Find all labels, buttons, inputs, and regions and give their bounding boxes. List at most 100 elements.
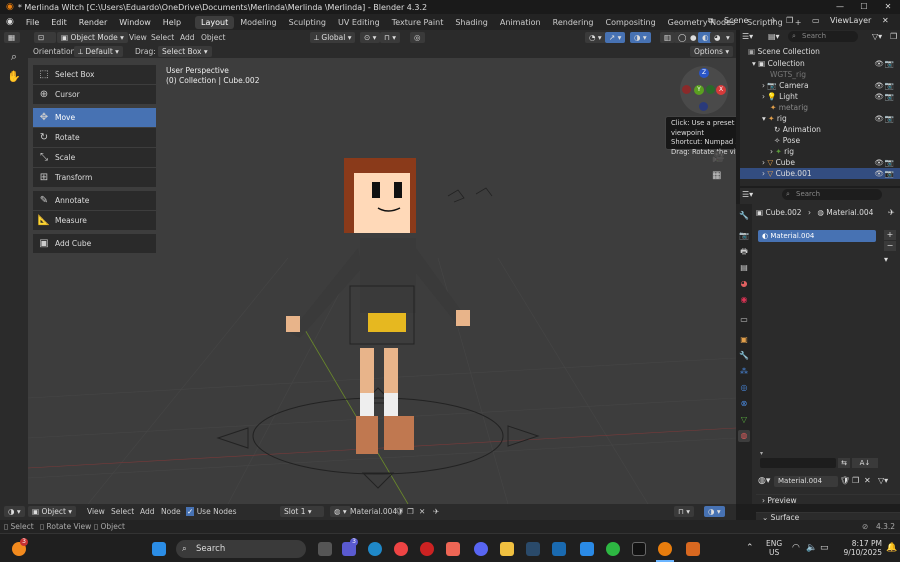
new-collection-icon[interactable]: ❐ xyxy=(890,32,897,41)
shading-options-icon[interactable]: ▾ xyxy=(722,32,734,43)
remove-slot-button[interactable]: − xyxy=(884,241,896,251)
visibility-eye-icon[interactable]: 👁 xyxy=(874,157,884,168)
tray-chevron-icon[interactable]: ⌃ xyxy=(746,543,754,553)
render-camera-icon[interactable]: 📷 xyxy=(885,113,894,124)
render-camera-icon[interactable]: 📷 xyxy=(885,168,894,179)
menu-help[interactable]: Help xyxy=(157,18,187,27)
material-name-field[interactable]: Material.004 xyxy=(774,476,838,487)
windows-start-icon[interactable] xyxy=(152,542,166,556)
properties-search-input[interactable]: ⌕ Search xyxy=(782,189,882,200)
transform-orientation-dropdown[interactable]: ⟂ Global ▾ xyxy=(310,32,356,43)
add-slot-button[interactable]: + xyxy=(884,230,896,240)
data-tab-icon[interactable]: ▽ xyxy=(738,414,750,426)
outliner-item-light[interactable]: › 💡 Light 👁 📷 xyxy=(740,91,900,102)
overlay-toggle-icon[interactable]: ◑ ▾ xyxy=(630,32,651,43)
ortho-toggle-icon[interactable]: ▦ xyxy=(712,170,721,181)
shader-type-dropdown[interactable]: ▣ Object ▾ xyxy=(28,506,77,517)
tab-texture-paint[interactable]: Texture Paint xyxy=(386,16,450,29)
node-menu-node[interactable]: Node xyxy=(161,506,181,517)
remove-view-layer-icon[interactable]: ✕ xyxy=(882,16,889,25)
viewport-menu-select[interactable]: Select xyxy=(151,32,174,43)
tool-tab-icon[interactable]: 🔧 xyxy=(738,210,750,222)
object-tab-icon[interactable]: ▣ xyxy=(738,334,750,346)
visibility-eye-icon[interactable]: 👁 xyxy=(874,80,884,91)
outliner-item-metarig[interactable]: ✦ metarig xyxy=(740,102,900,113)
gizmo-neg-x[interactable] xyxy=(682,85,691,94)
particles-tab-icon[interactable]: ⁂ xyxy=(738,366,750,378)
tool-scale[interactable]: ⤡ Scale xyxy=(33,148,156,167)
modifier-tab-icon[interactable]: 🔧 xyxy=(738,350,750,362)
tool-measure[interactable]: 📐 Measure xyxy=(33,211,156,230)
list-resize-handle[interactable]: ▾ xyxy=(760,450,763,457)
collection-tab-icon[interactable]: ▭ xyxy=(738,314,750,326)
visibility-eye-icon[interactable]: 👁 xyxy=(874,168,884,179)
store-icon[interactable] xyxy=(552,542,566,556)
menu-render[interactable]: Render xyxy=(73,18,113,27)
outliner-item-collection[interactable]: ▾ ▣ Collection 👁 📷 xyxy=(740,58,900,69)
outliner-item-animation[interactable]: ↻ Animation xyxy=(740,124,900,135)
pivot-point-icon[interactable]: ⊙ ▾ xyxy=(360,32,381,43)
scene-label[interactable]: Scene xyxy=(724,16,748,25)
tool-add-cube[interactable]: ▣ Add Cube xyxy=(33,234,156,253)
node-editor-type-icon[interactable]: ◑ ▾ xyxy=(4,506,25,517)
tab-uv-editing[interactable]: UV Editing xyxy=(332,16,386,29)
menu-window[interactable]: Window xyxy=(113,18,157,27)
wifi-icon[interactable]: ◠ xyxy=(792,543,800,553)
menu-edit[interactable]: Edit xyxy=(45,18,73,27)
material-slot-list-item[interactable]: ◐ Material.004 xyxy=(758,230,876,242)
viewport-menu-add[interactable]: Add xyxy=(180,32,195,43)
tab-rendering[interactable]: Rendering xyxy=(547,16,600,29)
orientation-dropdown[interactable]: ⟂ Default ▾ xyxy=(74,46,123,57)
capcut-icon[interactable] xyxy=(632,542,646,556)
render-tab-icon[interactable]: 📷 xyxy=(738,230,750,242)
visibility-eye-icon[interactable]: 👁 xyxy=(874,58,884,69)
task-view-icon[interactable] xyxy=(318,542,332,556)
zoom-view-icon[interactable]: ⌕ xyxy=(4,48,24,66)
chrome-icon[interactable] xyxy=(394,542,408,556)
tab-animation[interactable]: Animation xyxy=(494,16,547,29)
tool-rotate[interactable]: ↻ Rotate xyxy=(33,128,156,147)
outliner-item-wgts-rig[interactable]: WGTS_rig xyxy=(740,69,900,80)
slot-dropdown[interactable]: Slot 1 ▾ xyxy=(280,506,324,517)
output-tab-icon[interactable]: 🖶 xyxy=(738,246,750,258)
scene-tab-icon[interactable]: ◕ xyxy=(738,278,750,290)
blender-taskbar-icon[interactable] xyxy=(658,542,672,556)
taskbar-search-input[interactable]: ⌕ Search xyxy=(176,540,306,558)
tool-transform[interactable]: ⊞ Transform xyxy=(33,168,156,187)
minimize-button[interactable]: — xyxy=(828,0,852,14)
preview-panel-header[interactable]: › Preview xyxy=(756,494,900,506)
snap-icon[interactable]: ⊓ ▾ xyxy=(380,32,401,43)
menu-file[interactable]: File xyxy=(20,18,45,27)
outliner-item-cube[interactable]: › ▽ Cube 👁 📷 xyxy=(740,157,900,168)
photos-icon[interactable] xyxy=(580,542,594,556)
node-snap-icon[interactable]: ⊓ ▾ xyxy=(674,506,695,517)
outliner-item-pose[interactable]: ✧ Pose xyxy=(740,135,900,146)
camera-view-icon[interactable]: 🎥 xyxy=(712,152,724,163)
render-camera-icon[interactable]: 📷 xyxy=(885,157,894,168)
gizmo-neg-z[interactable] xyxy=(699,102,708,111)
drag-dropdown[interactable]: Select Box ▾ xyxy=(158,46,212,57)
use-nodes-checkbox[interactable]: ✓ Use Nodes xyxy=(186,506,237,517)
slot-specials-icon[interactable]: ▾ xyxy=(884,255,888,264)
visibility-eye-icon[interactable]: 👁 xyxy=(874,91,884,102)
gizmo-neg-y[interactable] xyxy=(706,85,715,94)
outliner-filter-icon[interactable]: ▤▾ xyxy=(768,32,780,41)
steam-icon[interactable] xyxy=(526,542,540,556)
outliner-editor-icon[interactable]: ☰▾ xyxy=(742,32,753,41)
duplicate-material-icon[interactable]: ❐ xyxy=(852,476,859,485)
node-tree-icon[interactable]: ▽▾ xyxy=(878,476,888,485)
node-menu-view[interactable]: View xyxy=(87,506,105,517)
tab-shading[interactable]: Shading xyxy=(449,16,494,29)
edge-icon[interactable] xyxy=(368,542,382,556)
outliner-item-camera[interactable]: › 📷 Camera 👁 📷 xyxy=(740,80,900,91)
node-overlay-icon[interactable]: ◑ ▾ xyxy=(704,506,725,517)
node-menu-add[interactable]: Add xyxy=(140,506,155,517)
node-material-browse-icon[interactable]: ◍ ▾ xyxy=(330,506,351,517)
viewport-menu-view[interactable]: View xyxy=(129,32,147,43)
new-scene-icon[interactable]: ❐ xyxy=(786,16,793,25)
options-dropdown[interactable]: Options ▾ xyxy=(690,46,734,57)
tool-annotate[interactable]: ✎ Annotate xyxy=(33,191,156,210)
gizmo-toggle-icon[interactable]: ↗ ▾ xyxy=(605,32,626,43)
world-tab-icon[interactable]: ◉ xyxy=(738,294,750,306)
tab-sculpting[interactable]: Sculpting xyxy=(283,16,332,29)
